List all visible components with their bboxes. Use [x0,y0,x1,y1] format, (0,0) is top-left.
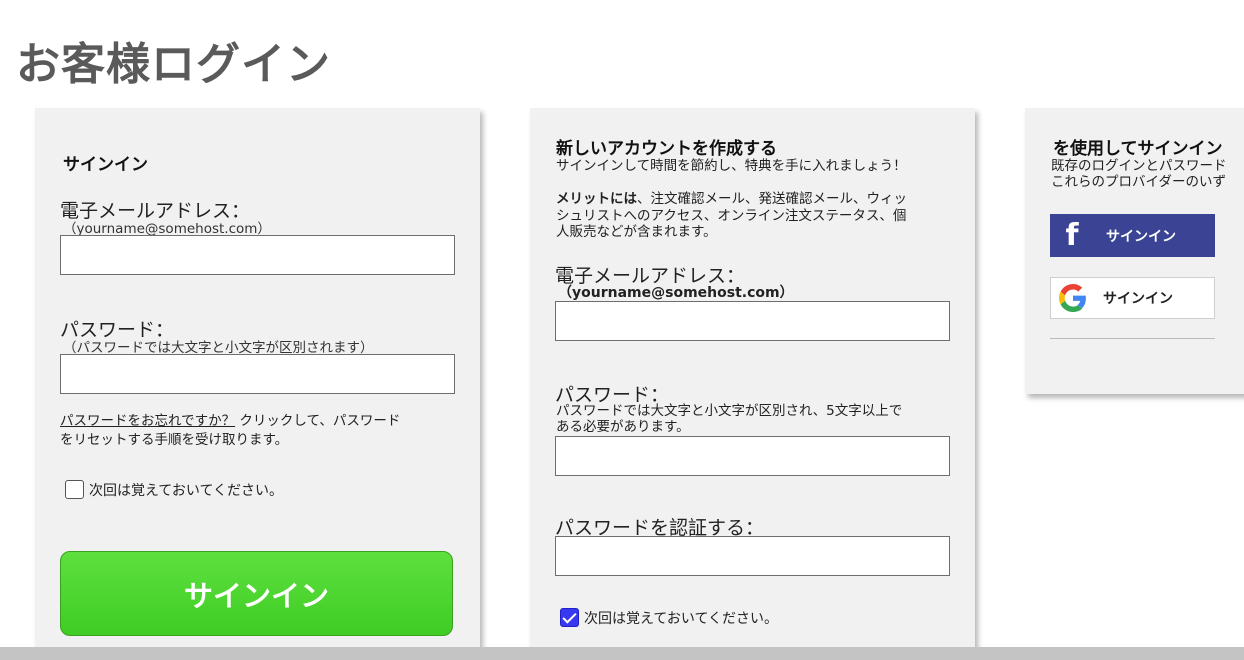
signin-password-hint: （パスワードでは大文字と小文字が区別されます） [63,340,374,356]
create-email-hint: （yourname@somehost.com） [558,285,794,301]
social-desc-2: これらのプロバイダーのいず [1051,174,1226,190]
login-page: お客様ログイン サインイン 電子メールアドレス： （yourname@someh… [0,0,1244,660]
create-account-panel: 新しいアカウントを作成する サインインして時間を節約し、特典を手に入れましょう！… [530,108,975,660]
create-heading: 新しいアカウントを作成する [556,139,777,159]
benefits-line-1: メリットには、注文確認メール、発送確認メール、ウィッ [556,191,907,207]
forgot-password-desc-2: をリセットする手順を受け取ります。 [60,432,289,448]
social-signin-panel: を使用してサインイン 既存のログインとパスワード これらのプロバイダーのいず f… [1025,108,1244,394]
signin-submit-button[interactable]: サインイン [60,551,453,636]
facebook-signin-label: サインイン [1106,228,1176,245]
create-password-input[interactable] [555,436,950,476]
social-desc-1: 既存のログインとパスワード [1051,158,1227,174]
signin-email-hint: （yourname@somehost.com） [63,221,271,237]
create-remember-label: 次回は覚えておいてください。 [584,611,779,627]
google-signin-label: サインイン [1103,291,1173,307]
forgot-password-link[interactable]: パスワードをお忘れですか？ [60,413,235,429]
page-title: お客様ログイン [16,39,331,90]
create-email-input[interactable] [555,301,950,341]
benefits-bold: メリットには [556,191,637,207]
facebook-signin-button[interactable]: f サインイン [1050,214,1215,257]
forgot-password-desc-1: クリックして、パスワード [239,413,401,429]
create-password-hint-2: ある必要があります。 [556,419,690,435]
signin-email-input[interactable] [60,235,455,275]
benefits-text-1: 、注文確認メール、発送確認メール、ウィッ [637,191,907,207]
social-divider [1050,338,1215,339]
horizontal-scrollbar[interactable] [0,647,1244,660]
create-password-hint-1: パスワードでは大文字と小文字が区別され、5文字以上で [556,403,903,419]
benefits-line-3: 人販売などが含まれます。 [556,224,717,240]
signin-password-input[interactable] [60,354,455,394]
forgot-password-text: パスワードをお忘れですか？ クリックして、パスワード [60,413,400,429]
signin-remember-label: 次回は覚えておいてください。 [89,483,284,499]
confirm-password-input[interactable] [555,536,950,576]
google-signin-button[interactable]: サインイン [1050,277,1215,319]
google-icon [1051,278,1095,318]
signin-heading: サインイン [63,155,148,175]
benefits-line-2: シュリストへのアクセス、オンライン注文ステータス、個 [556,208,907,224]
facebook-icon: f [1065,218,1079,253]
signin-panel: サインイン 電子メールアドレス： （yourname@somehost.com）… [35,108,480,660]
create-subheading: サインインして時間を節約し、特典を手に入れましょう！ [556,158,907,174]
signin-remember-checkbox[interactable] [65,480,84,499]
create-remember-checkbox[interactable] [560,608,579,627]
social-heading: を使用してサインイン [1053,139,1223,159]
